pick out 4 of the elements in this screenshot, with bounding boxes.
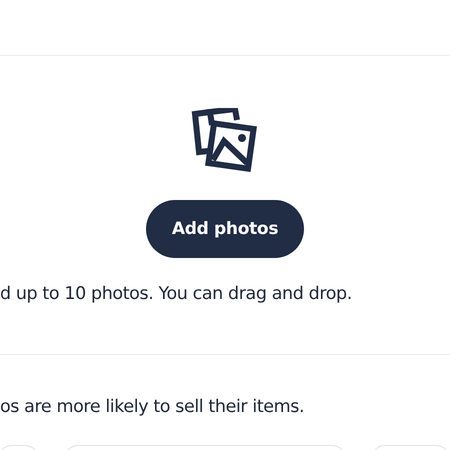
- photos-icon: [191, 108, 259, 172]
- upload-hint: d up to 10 photos. You can drag and drop.: [0, 284, 352, 304]
- add-photos-button[interactable]: Add photos: [146, 200, 304, 258]
- tip-text: os are more likely to sell their items.: [0, 397, 306, 417]
